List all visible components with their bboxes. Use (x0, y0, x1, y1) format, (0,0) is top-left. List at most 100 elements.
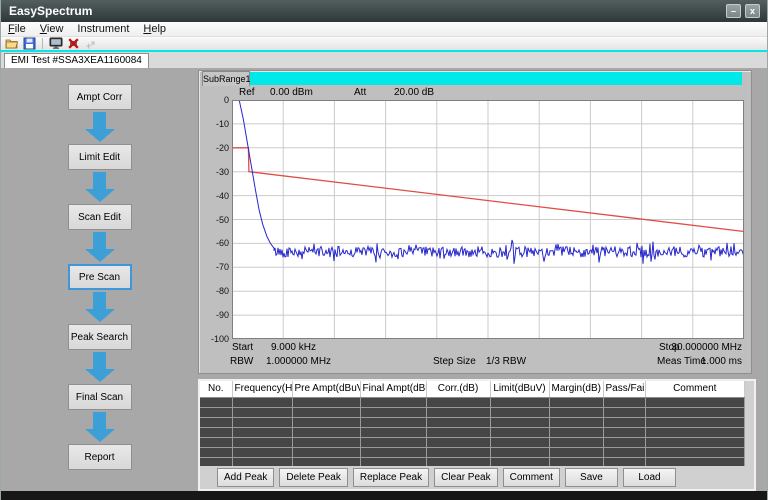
ref-label: Ref (239, 87, 255, 98)
table-cell (603, 427, 645, 437)
close-button[interactable]: x (745, 4, 760, 18)
minimize-button[interactable]: – (726, 4, 741, 18)
table-cell (360, 427, 426, 437)
flow-step-peak-search[interactable]: Peak Search (68, 324, 132, 350)
table-cell (292, 417, 360, 427)
att-label: Att (354, 87, 366, 98)
disconnect-icon[interactable] (67, 37, 80, 50)
table-cell (292, 437, 360, 447)
table-cell (200, 417, 232, 427)
table-row[interactable] (200, 437, 745, 447)
table-cell (232, 407, 292, 417)
clear-peak-button[interactable]: Clear Peak (434, 468, 497, 487)
table-cell (645, 447, 745, 457)
step-size-label: Step Size (433, 356, 476, 367)
monitor-icon[interactable] (49, 37, 63, 50)
table-cell (603, 447, 645, 457)
col-comment: Comment (645, 381, 745, 397)
open-file-icon[interactable] (5, 37, 19, 50)
toolbar-separator (42, 38, 43, 49)
flow-step-limit-edit[interactable]: Limit Edit (68, 144, 132, 170)
menu-bar: File View Instrument Help (1, 22, 767, 37)
table-cell (292, 407, 360, 417)
menu-file[interactable]: File (1, 23, 33, 35)
table-cell (292, 447, 360, 457)
arrow-down-icon (85, 352, 115, 382)
arrow-down-icon (85, 232, 115, 262)
table-cell (645, 407, 745, 417)
replace-peak-button[interactable]: Replace Peak (353, 468, 429, 487)
flow-step-final-scan[interactable]: Final Scan (68, 384, 132, 410)
new-item-icon[interactable] (84, 37, 96, 50)
toolbar (1, 37, 767, 50)
table-row[interactable] (200, 417, 745, 427)
ref-value: 0.00 dBm (270, 87, 313, 98)
table-cell (549, 397, 603, 407)
table-cell (645, 427, 745, 437)
y-tick-label: -100 (203, 334, 229, 344)
table-cell (232, 427, 292, 437)
table-cell (426, 427, 490, 437)
y-tick-label: -90 (203, 310, 229, 320)
menu-help[interactable]: Help (136, 23, 173, 35)
flow-step-scan-edit[interactable]: Scan Edit (68, 204, 132, 230)
delete-peak-button[interactable]: Delete Peak (279, 468, 347, 487)
col-pre-ampt: Pre Ampt(dBuV) (292, 381, 360, 397)
app-title: EasySpectrum (9, 4, 92, 18)
y-tick-label: -80 (203, 286, 229, 296)
flow-step-pre-scan[interactable]: Pre Scan (68, 264, 132, 290)
table-cell (426, 417, 490, 427)
y-tick-label: -60 (203, 238, 229, 248)
table-cell (360, 437, 426, 447)
table-cell (232, 437, 292, 447)
arrow-down-icon (85, 112, 115, 142)
flow-step-ampt-corr[interactable]: Ampt Corr (68, 84, 132, 110)
load-button[interactable]: Load (623, 468, 676, 487)
table-cell (490, 397, 549, 407)
table-cell (645, 397, 745, 407)
main-content: Ampt Corr Limit Edit Scan Edit Pre Scan … (1, 68, 767, 491)
table-row[interactable] (200, 427, 745, 437)
table-cell (603, 417, 645, 427)
table-row[interactable] (200, 447, 745, 457)
table-cell (426, 447, 490, 457)
comment-button[interactable]: Comment (503, 468, 560, 487)
spectrum-plot-svg (232, 100, 744, 339)
table-cell (200, 447, 232, 457)
spectrum-plot (232, 100, 744, 339)
y-tick-label: -20 (203, 143, 229, 153)
subrange-tab[interactable]: SubRange1 (202, 71, 250, 86)
flow-step-report[interactable]: Report (68, 444, 132, 470)
y-tick-label: -50 (203, 215, 229, 225)
window-controls: – x (726, 4, 760, 18)
y-tick-label: -30 (203, 167, 229, 177)
save-icon[interactable] (23, 37, 36, 50)
peak-table-panel: No. Frequency(Hz) Pre Ampt(dBuV) Final A… (198, 379, 756, 491)
table-cell (360, 417, 426, 427)
save-button[interactable]: Save (565, 468, 618, 487)
add-peak-button[interactable]: Add Peak (217, 468, 274, 487)
table-cell (603, 407, 645, 417)
menu-view[interactable]: View (33, 23, 71, 35)
start-value: 9.000 kHz (266, 342, 316, 353)
rbw-label: RBW (230, 356, 253, 367)
easyspectrum-window: EasySpectrum – x File View Instrument He… (0, 0, 768, 500)
att-value: 20.00 dB (394, 87, 434, 98)
peak-table-body (200, 397, 745, 467)
menu-instrument[interactable]: Instrument (70, 23, 136, 35)
col-limit: Limit(dBuV) (490, 381, 549, 397)
table-cell (549, 437, 603, 447)
col-pass-fail: Pass/Fail (603, 381, 645, 397)
table-cell (490, 417, 549, 427)
y-tick-label: -10 (203, 119, 229, 129)
table-row[interactable] (200, 397, 745, 407)
table-cell (490, 437, 549, 447)
table-cell (426, 397, 490, 407)
table-cell (603, 437, 645, 447)
table-row[interactable] (200, 407, 745, 417)
table-cell (360, 407, 426, 417)
tab-emi-test[interactable]: EMI Test #SSA3XEA1160084 (4, 53, 149, 68)
col-corr: Corr.(dB) (426, 381, 490, 397)
table-cell (232, 397, 292, 407)
y-tick-label: -40 (203, 191, 229, 201)
